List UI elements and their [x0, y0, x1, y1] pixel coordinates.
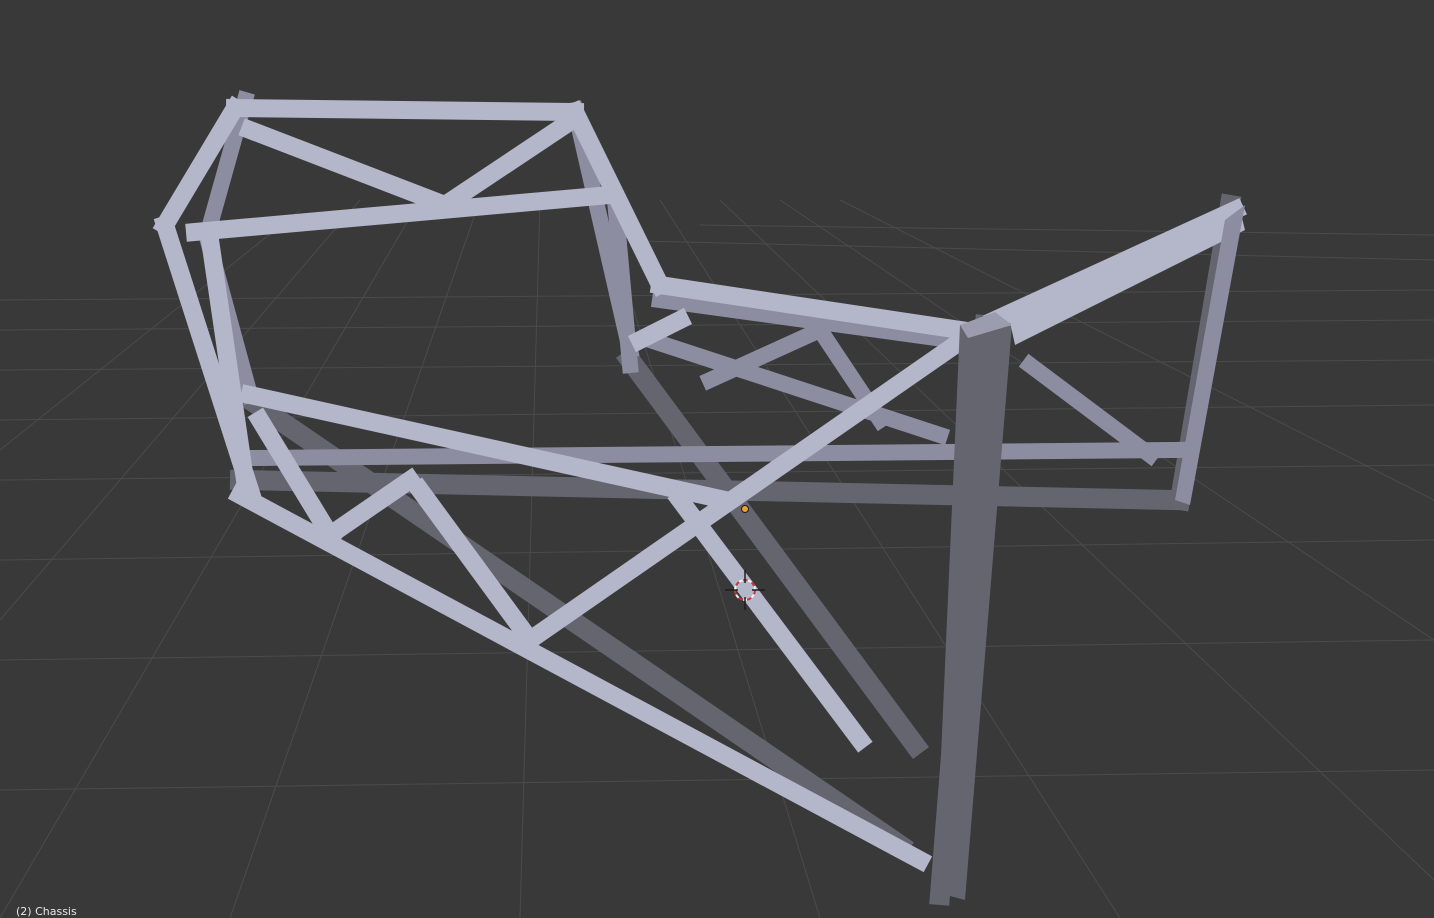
object-origin-icon	[741, 505, 749, 513]
3d-viewport[interactable]: (2) Chassis	[0, 0, 1434, 918]
active-object-label: (2) Chassis	[16, 905, 77, 918]
viewport-canvas[interactable]	[0, 0, 1434, 918]
